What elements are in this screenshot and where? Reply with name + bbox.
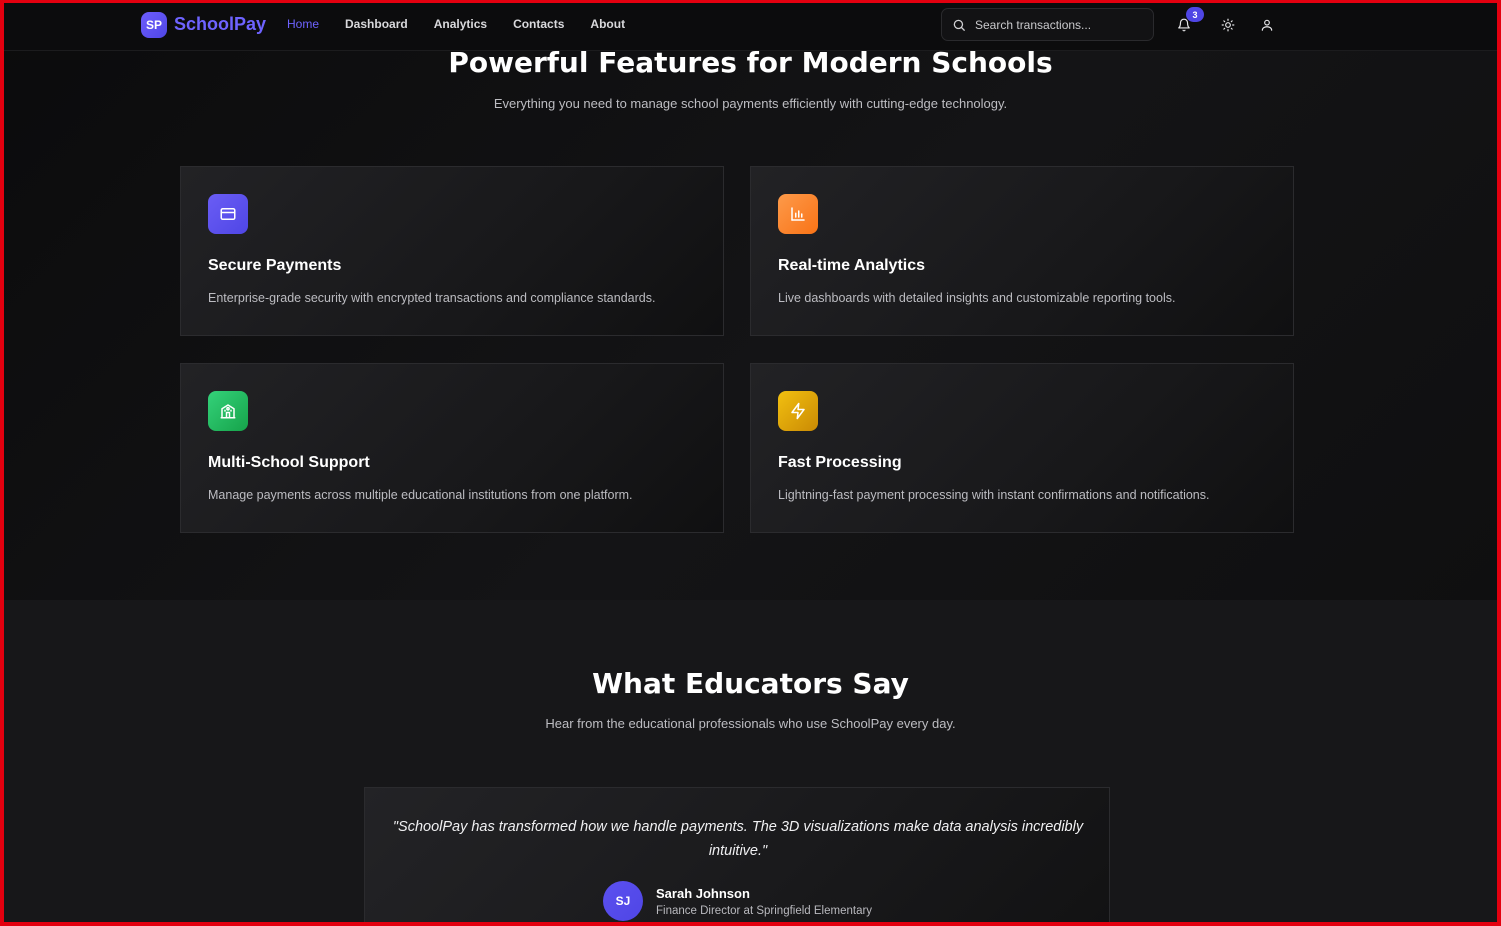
testimonial-card: "SchoolPay has transformed how we handle…	[364, 787, 1110, 926]
sun-icon[interactable]	[1218, 15, 1238, 35]
feature-card-desc: Lightning-fast payment processing with i…	[778, 488, 1210, 502]
notification-badge: 3	[1186, 7, 1204, 22]
feature-card-desc: Live dashboards with detailed insights a…	[778, 291, 1176, 305]
search-icon	[952, 18, 966, 32]
feature-card-title: Secure Payments	[208, 257, 342, 274]
bar-chart-icon	[778, 194, 818, 234]
nav-link-contacts[interactable]: Contacts	[513, 17, 564, 31]
lightning-icon	[778, 391, 818, 431]
feature-card-title: Fast Processing	[778, 454, 902, 471]
author-role: Finance Director at Springfield Elementa…	[656, 905, 873, 917]
search-box[interactable]	[941, 8, 1154, 41]
school-icon	[208, 391, 248, 431]
feature-card-title: Multi-School Support	[208, 454, 370, 471]
feature-card-real-time-analytics[interactable]: Real-time Analytics Live dashboards with…	[750, 166, 1294, 336]
feature-card-secure-payments[interactable]: Secure Payments Enterprise-grade securit…	[180, 166, 724, 336]
feature-card-title: Real-time Analytics	[778, 257, 926, 274]
user-icon[interactable]	[1257, 15, 1277, 35]
features-section: Powerful Features for Modern Schools Eve…	[0, 0, 1501, 600]
author-name: Sarah Johnson	[656, 886, 750, 901]
logo-text[interactable]: SchoolPay	[174, 14, 266, 35]
nav-link-analytics[interactable]: Analytics	[434, 17, 487, 31]
logo-badge[interactable]: SP	[141, 12, 167, 38]
nav-link-dashboard[interactable]: Dashboard	[345, 17, 408, 31]
navbar: SP SchoolPay Home Dashboard Analytics Co…	[0, 0, 1501, 51]
credit-card-icon	[208, 194, 248, 234]
feature-card-desc: Manage payments across multiple educatio…	[208, 488, 633, 502]
feature-card-fast-processing[interactable]: Fast Processing Lightning-fast payment p…	[750, 363, 1294, 533]
nav-link-home[interactable]: Home	[287, 17, 319, 31]
features-subtitle: Everything you need to manage school pay…	[493, 96, 1008, 111]
nav-link-about[interactable]: About	[590, 17, 625, 31]
testimonial-quote: "SchoolPay has transformed how we handle…	[392, 819, 1084, 859]
testimonials-title: What Educators Say	[592, 667, 909, 700]
testimonials-subtitle: Hear from the educational professionals …	[545, 716, 956, 731]
nav-links: Home Dashboard Analytics Contacts About	[287, 17, 651, 31]
search-input[interactable]	[975, 16, 1145, 34]
feature-card-multi-school-support[interactable]: Multi-School Support Manage payments acr…	[180, 363, 724, 533]
feature-card-desc: Enterprise-grade security with encrypted…	[208, 291, 656, 305]
avatar: SJ	[603, 881, 643, 921]
